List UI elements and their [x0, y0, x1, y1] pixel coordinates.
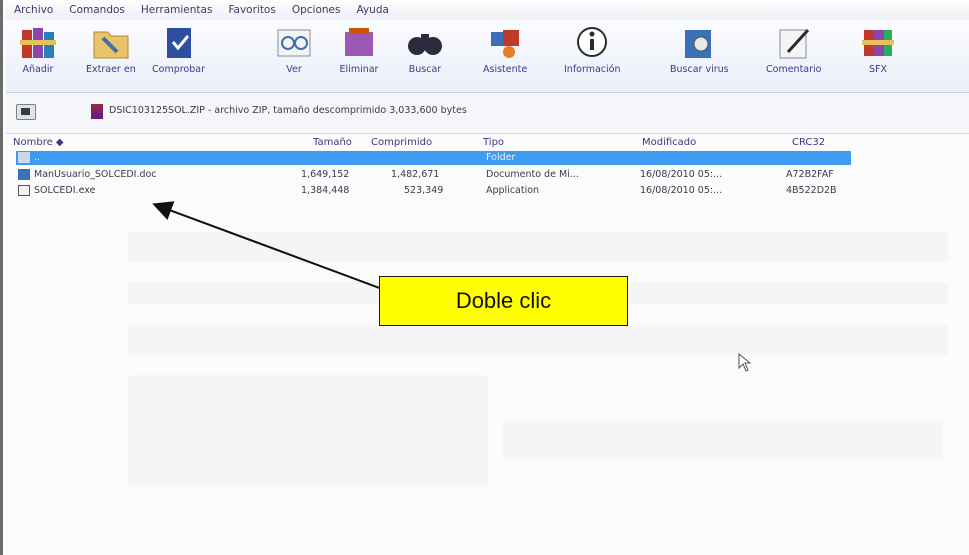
wizard-icon — [485, 22, 525, 62]
application-icon — [18, 185, 30, 196]
wizard-button[interactable]: Asistente — [483, 22, 527, 75]
add-button[interactable]: Añadir — [18, 22, 58, 75]
sfx-icon — [858, 22, 898, 62]
double-click-callout: Doble clic — [379, 276, 628, 326]
file-row-doc[interactable]: ManUsuario_SOLCEDI.doc 1,649,152 1,482,6… — [16, 168, 851, 182]
column-packed[interactable]: Comprimido — [371, 137, 432, 148]
comment-button[interactable]: Comentario — [766, 22, 821, 75]
file-row-parent[interactable]: .. Folder — [16, 151, 851, 165]
sfx-button[interactable]: SFX — [858, 22, 898, 75]
menu-herramientas[interactable]: Herramientas — [133, 4, 221, 16]
address-bar: DSIC103125SOL.ZIP - archivo ZIP, tamaño … — [6, 93, 969, 134]
extract-folder-icon — [91, 22, 131, 62]
up-folder-button[interactable] — [16, 104, 36, 120]
ghost-content — [128, 375, 488, 485]
test-book-icon — [159, 22, 199, 62]
delete-icon — [339, 22, 379, 62]
comment-icon — [774, 22, 814, 62]
virus-scan-button[interactable]: Buscar virus — [670, 22, 729, 75]
ghost-content — [503, 420, 943, 460]
column-name-label: Nombre — [13, 137, 53, 148]
test-button[interactable]: Comprobar — [152, 22, 205, 75]
column-headers: Nombre ◆ Tamaño Comprimido Tipo Modifica… — [6, 134, 969, 150]
delete-button[interactable]: Eliminar — [339, 22, 379, 75]
column-crc[interactable]: CRC32 — [792, 137, 825, 148]
sort-arrow-icon: ◆ — [55, 137, 64, 148]
menu-ayuda[interactable]: Ayuda — [348, 4, 396, 16]
view-glasses-icon — [274, 22, 314, 62]
word-doc-icon — [18, 169, 30, 180]
menu-bar: Archivo Comandos Herramientas Favoritos … — [6, 0, 969, 20]
add-books-icon — [18, 22, 58, 62]
mouse-cursor-icon — [738, 353, 752, 372]
view-button[interactable]: Ver — [274, 22, 314, 75]
menu-opciones[interactable]: Opciones — [284, 4, 349, 16]
archive-path: DSIC103125SOL.ZIP - archivo ZIP, tamaño … — [109, 105, 467, 116]
folder-up-icon — [18, 152, 30, 163]
column-modified[interactable]: Modificado — [642, 137, 696, 148]
toolbar: Añadir Extraer en Comprobar Ver Eliminar — [6, 20, 969, 93]
virus-scan-icon — [679, 22, 719, 62]
zip-archive-icon — [91, 104, 103, 119]
menu-comandos[interactable]: Comandos — [61, 4, 133, 16]
ghost-content — [128, 325, 948, 355]
menu-favoritos[interactable]: Favoritos — [220, 4, 283, 16]
column-name[interactable]: Nombre ◆ — [13, 137, 64, 148]
column-type[interactable]: Tipo — [483, 137, 504, 148]
info-button[interactable]: Información — [564, 22, 621, 75]
info-icon — [572, 22, 612, 62]
ghost-content — [128, 232, 948, 262]
binoculars-icon — [405, 22, 445, 62]
file-row-exe[interactable]: SOLCEDI.exe 1,384,448 523,349 Applicatio… — [16, 184, 851, 198]
menu-archivo[interactable]: Archivo — [6, 4, 61, 16]
find-button[interactable]: Buscar — [405, 22, 445, 75]
column-size[interactable]: Tamaño — [313, 137, 352, 148]
extract-button[interactable]: Extraer en — [86, 22, 136, 75]
